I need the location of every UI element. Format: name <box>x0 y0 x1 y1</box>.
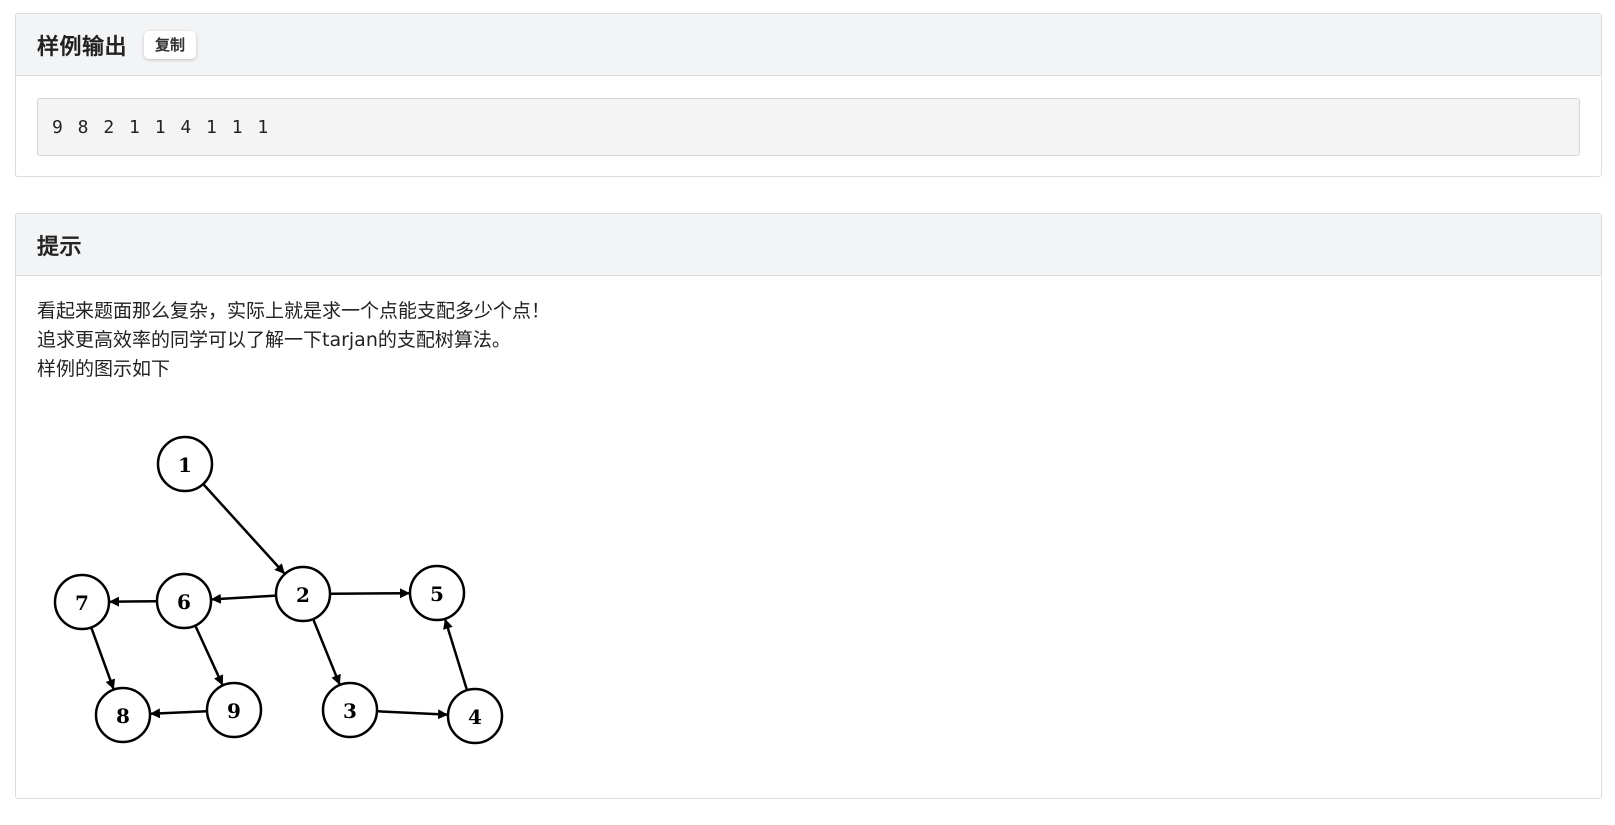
hint-line: 看起来题面那么复杂，实际上就是求一个点能支配多少个点！ <box>37 300 551 322</box>
graph-node-8: 8 <box>94 686 152 744</box>
sample-output-code: 9 8 2 1 1 4 1 1 1 <box>37 98 1580 156</box>
graph-node-6: 6 <box>155 572 213 630</box>
graph-node-label: 5 <box>430 582 444 606</box>
graph-node-label: 2 <box>296 583 310 607</box>
edge-9-8 <box>149 708 208 719</box>
edge-2-3 <box>311 618 341 685</box>
hint-title: 提示 <box>37 234 83 260</box>
graph-node-5: 5 <box>408 564 466 622</box>
hint-line: 追求更高效率的同学可以了解一下tarjan的支配树算法。 <box>37 329 511 351</box>
sample-output-panel: 样例输出 复制 9 8 2 1 1 4 1 1 1 <box>15 13 1602 177</box>
graph-node-9: 9 <box>205 681 263 739</box>
graph-node-label: 1 <box>178 453 192 477</box>
copy-button[interactable]: 复制 <box>144 30 197 59</box>
graph-node-1: 1 <box>156 435 214 493</box>
sample-output-title: 样例输出 <box>37 34 128 60</box>
graph-node-4: 4 <box>446 687 504 745</box>
sample-output-header: 样例输出 复制 <box>16 14 1601 76</box>
edge-4-5 <box>443 618 469 691</box>
edge-3-4 <box>376 709 449 720</box>
graph-node-label: 8 <box>116 704 130 728</box>
hint-line: 样例的图示如下 <box>37 358 171 380</box>
hint-header: 提示 <box>16 214 1601 276</box>
edge-6-9 <box>194 625 224 686</box>
graph-node-label: 9 <box>227 699 241 723</box>
hint-text: 看起来题面那么复杂，实际上就是求一个点能支配多少个点！ 追求更高效率的同学可以了… <box>37 297 550 384</box>
graph-node-label: 3 <box>343 699 357 723</box>
graph-node-2: 2 <box>274 565 332 623</box>
sample-graph-diagram: 1 2 3 4 5 6 7 8 9 <box>53 435 504 745</box>
edge-2-5 <box>329 588 411 599</box>
hint-panel: 提示 看起来题面那么复杂，实际上就是求一个点能支配多少个点！ 追求更高效率的同学… <box>15 213 1602 799</box>
edge-2-6 <box>210 593 277 604</box>
graph-node-label: 7 <box>75 591 89 615</box>
edge-1-2 <box>202 483 286 575</box>
graph-node-3: 3 <box>321 681 379 739</box>
graph-node-label: 4 <box>468 705 482 729</box>
edge-7-8 <box>90 626 116 690</box>
graph-node-7: 7 <box>53 573 111 631</box>
graph-node-label: 6 <box>177 590 191 614</box>
